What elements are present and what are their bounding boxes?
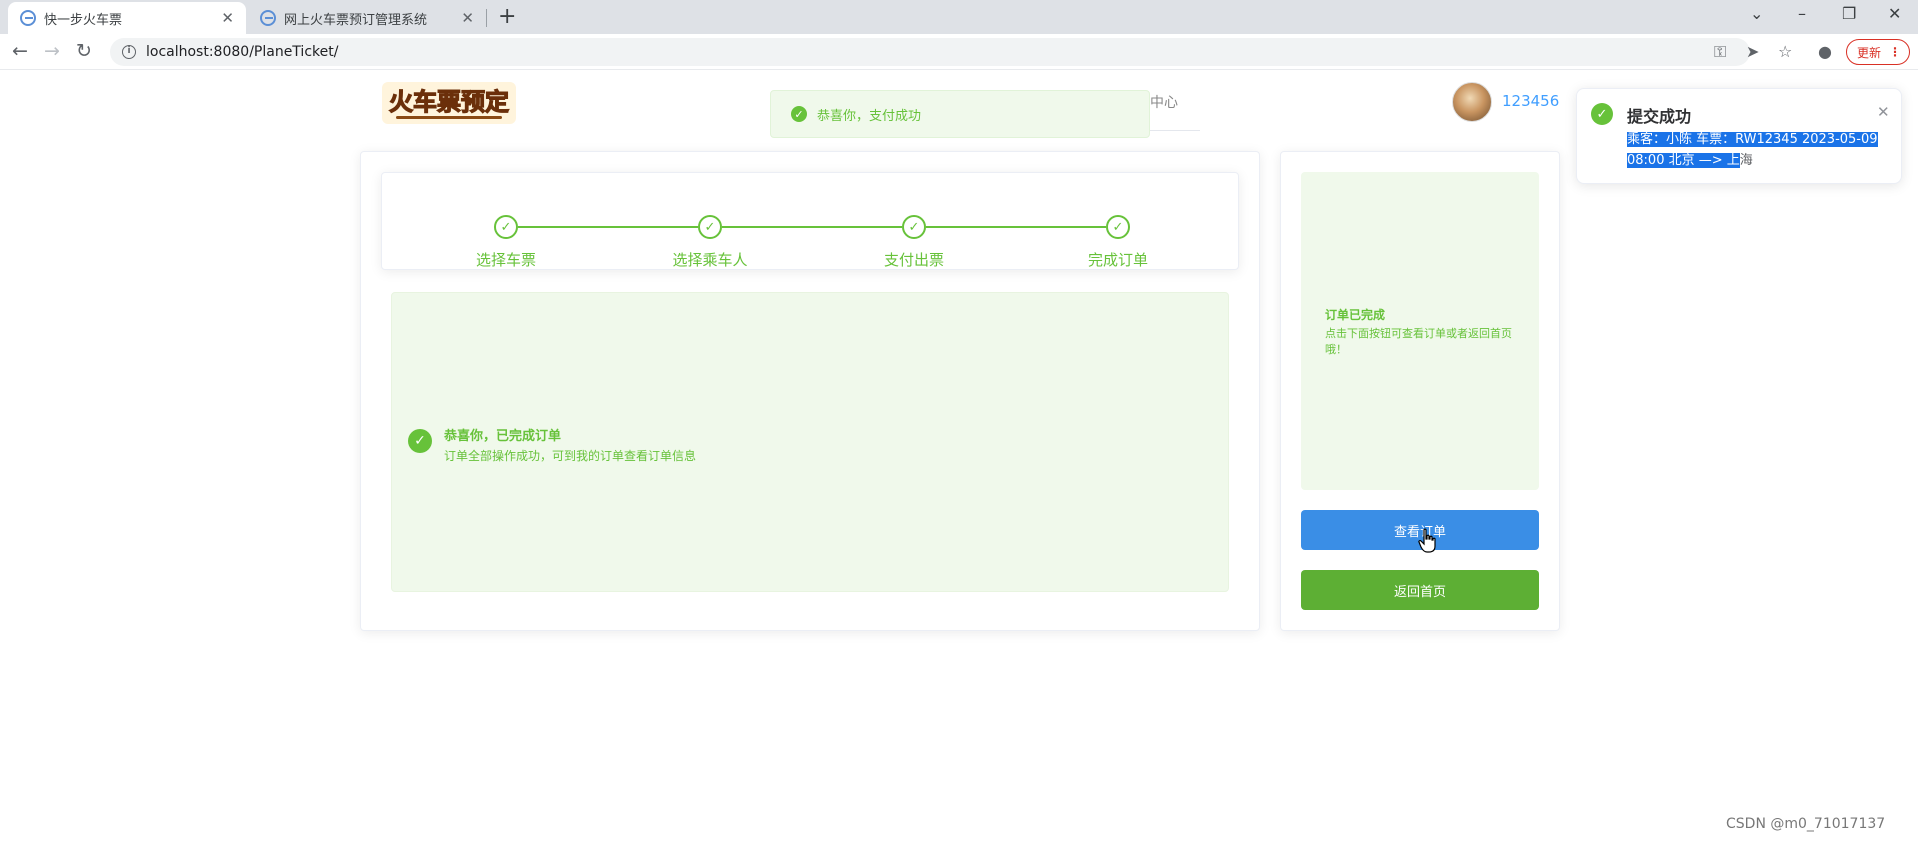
step-connector <box>722 226 902 228</box>
success-check-icon: ✓ <box>408 429 432 453</box>
success-message: ✓ 恭喜你，支付成功 <box>770 90 1150 138</box>
step-check-icon: ✓ <box>1106 215 1130 239</box>
notification-toast: ✓ 提交成功 ✕ 乘客：小陈 车票：RW12345 2023-05-09 08:… <box>1576 88 1902 184</box>
steps-bar: ✓ ✓ ✓ ✓ 选择车票 选择乘车人 支付出票 完成订单 <box>381 172 1239 270</box>
order-main-card: ✓ ✓ ✓ ✓ 选择车票 选择乘车人 支付出票 完成订单 ✓ 恭喜你，已完成订单… <box>360 151 1260 631</box>
nav-item-center[interactable]: 中心 <box>1150 92 1178 112</box>
order-side-card: 订单已完成 点击下面按钮可查看订单或者返回首页哦！ 查看订单 返回首页 <box>1280 151 1560 631</box>
hand-cursor-icon <box>1418 528 1436 553</box>
browser-tab[interactable]: 网上火车票预订管理系统 ✕ <box>248 2 486 34</box>
back-icon[interactable]: ← <box>12 40 28 62</box>
close-icon[interactable]: ✕ <box>461 9 474 27</box>
address-text: localhost:8080/PlaneTicket/ <box>146 44 339 60</box>
close-icon[interactable]: ✕ <box>1877 103 1890 121</box>
back-home-button[interactable]: 返回首页 <box>1301 570 1539 610</box>
username-link[interactable]: 123456 <box>1502 92 1559 110</box>
side-title: 订单已完成 <box>1325 308 1386 322</box>
tab-title: 网上火车票预订管理系统 <box>284 12 428 28</box>
nav-underline <box>1150 130 1200 131</box>
step-connector <box>518 226 698 228</box>
step-check-icon: ✓ <box>902 215 926 239</box>
favicon-icon <box>20 10 36 26</box>
update-button[interactable]: 更新 ⋮ <box>1846 39 1911 65</box>
step-label-select-ticket: 选择车票 <box>475 251 536 269</box>
site-logo[interactable]: 火车票预定 <box>382 82 516 124</box>
avatar[interactable] <box>1452 82 1492 122</box>
side-info-panel: 订单已完成 点击下面按钮可查看订单或者返回首页哦！ <box>1301 172 1539 490</box>
close-icon[interactable]: ✕ <box>221 9 234 27</box>
forward-icon[interactable]: → <box>44 40 60 62</box>
step-label-select-passenger: 选择乘车人 <box>672 251 748 269</box>
notification-message-rest: 海 <box>1739 153 1753 168</box>
profile-icon[interactable]: ● <box>1818 42 1832 61</box>
window-close-icon[interactable]: ✕ <box>1888 4 1901 23</box>
new-tab-button[interactable]: + <box>498 4 516 29</box>
step-connector <box>926 226 1106 228</box>
tab-divider <box>486 9 487 27</box>
step-label-pay: 支付出票 <box>883 251 944 269</box>
browser-toolbar: ← → ↻ i localhost:8080/PlaneTicket/ ⚿ ➤ … <box>0 34 1918 70</box>
reload-icon[interactable]: ↻ <box>76 40 92 62</box>
success-check-icon: ✓ <box>1591 103 1613 125</box>
watermark: CSDN @m0_71017137 <box>1726 816 1886 832</box>
menu-icon: ⋮ <box>1889 45 1902 59</box>
browser-tab-active[interactable]: 快一步火车票 ✕ <box>8 2 246 34</box>
address-bar[interactable]: i localhost:8080/PlaneTicket/ <box>110 38 1750 66</box>
step-label-complete: 完成订单 <box>1087 251 1148 269</box>
side-description: 点击下面按钮可查看订单或者返回首页哦！ <box>1325 327 1512 356</box>
tab-title: 快一步火车票 <box>44 12 123 28</box>
send-icon[interactable]: ➤ <box>1746 42 1759 61</box>
success-message-text: 恭喜你，支付成功 <box>817 108 922 124</box>
result-description: 订单全部操作成功，可到我的订单查看订单信息 <box>444 449 697 463</box>
step-check-icon: ✓ <box>494 215 518 239</box>
minimize-icon[interactable]: – <box>1798 4 1806 23</box>
step-check-icon: ✓ <box>698 215 722 239</box>
tab-search-icon[interactable]: ⌄ <box>1750 4 1763 23</box>
update-label: 更新 <box>1857 45 1882 60</box>
bookmark-star-icon[interactable]: ☆ <box>1778 42 1792 61</box>
key-icon[interactable]: ⚿ <box>1714 42 1726 62</box>
notification-title: 提交成功 <box>1627 107 1692 126</box>
favicon-icon <box>260 10 276 26</box>
logo-text: 火车票预定 <box>389 88 509 116</box>
result-panel: ✓ 恭喜你，已完成订单 订单全部操作成功，可到我的订单查看订单信息 <box>391 292 1229 592</box>
browser-tab-strip: 快一步火车票 ✕ 网上火车票预订管理系统 ✕ + ⌄ – ❐ ✕ <box>0 0 1918 34</box>
restore-icon[interactable]: ❐ <box>1842 4 1856 23</box>
check-circle-icon: ✓ <box>791 106 807 122</box>
notification-message: 乘客：小陈 车票：RW12345 2023-05-09 08:00 北京 —> … <box>1627 129 1885 171</box>
result-title: 恭喜你，已完成订单 <box>444 429 562 444</box>
info-icon[interactable]: i <box>122 45 136 59</box>
